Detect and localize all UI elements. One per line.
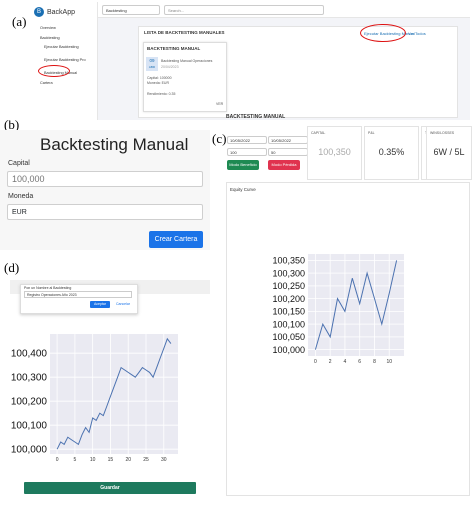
- x-tick-label: 0: [56, 457, 59, 463]
- equity-chart-d: 0 5 10 15 20 25 30 100,000 100,100 100,200 100,300…: [11, 334, 178, 463]
- sidebar-item-ejecutar-backtesting[interactable]: Ejecutar Backtesting: [44, 45, 79, 49]
- y-tick-label: 100,300: [272, 268, 305, 278]
- view-all-link[interactable]: Ver Todos: [408, 31, 426, 36]
- x-tick-label: 6: [358, 359, 361, 365]
- y-tick-label: 100,300: [11, 373, 48, 384]
- end-date-input[interactable]: 10/05/2022: [268, 136, 308, 144]
- capital-input[interactable]: [7, 171, 203, 187]
- x-tick-label: 2: [329, 359, 332, 365]
- y-tick-label: 100,200: [11, 397, 48, 408]
- sidebar-item-ejecutar-backtesting-pro[interactable]: Ejecutar Backtesting Pro: [44, 58, 86, 62]
- y-tick-label: 100,100: [11, 421, 48, 432]
- highlight-circle-link: [360, 24, 406, 42]
- search-input[interactable]: Search...: [164, 5, 324, 15]
- profit-amount-input[interactable]: 100: [227, 148, 267, 156]
- app-name: BackApp: [47, 8, 76, 16]
- item-view-link[interactable]: VER: [216, 102, 223, 106]
- y-tick-label: 100,400: [11, 349, 48, 360]
- y-tick-label: 100,200: [272, 294, 305, 304]
- panel-b-create-portfolio: Backtesting Manual Capital Moneda EUR Cr…: [0, 130, 210, 250]
- highlight-circle-sidebar: [38, 65, 70, 77]
- stat-card-capital: CAPITAL 100,350: [307, 126, 362, 180]
- stat-card-pnl: P&L 0.35%: [364, 126, 419, 180]
- equity-curve-title: Equity Curve: [230, 187, 256, 192]
- create-portfolio-button[interactable]: Crear Cartera: [149, 231, 203, 248]
- stat-card-wins-losses: WINS/LOSSES 6W / 5L: [426, 126, 472, 180]
- x-tick-label: 20: [125, 457, 131, 463]
- stat-key: P&L: [368, 131, 375, 135]
- save-button[interactable]: Guardar: [24, 482, 196, 494]
- x-tick-label: 8: [373, 359, 376, 365]
- date-badge: 09 ABR: [146, 57, 158, 71]
- form-title: Backtesting Manual: [40, 135, 189, 154]
- loss-amount-input[interactable]: 50: [268, 148, 308, 156]
- start-date-input[interactable]: 10/05/2022: [227, 136, 267, 144]
- list-title: LISTA DE BACKTESTING MANUALES: [144, 30, 225, 35]
- y-tick-label: 100,000: [272, 345, 305, 355]
- y-tick-label: 100,000: [11, 445, 48, 456]
- equity-chart-c: 0 2 4 6 8 10 100,000 100,050 100,100 100,150 100,2…: [272, 254, 404, 365]
- x-tick-label: 0: [314, 359, 317, 365]
- loss-mode-button[interactable]: Modo Pérdida: [268, 160, 300, 170]
- sidebar-item-backtesting[interactable]: Backtesting: [40, 36, 60, 40]
- y-tick-label: 100,100: [272, 319, 305, 329]
- x-tick-label: 5: [73, 457, 76, 463]
- x-tick-label: 10: [90, 457, 96, 463]
- item-card-title: BACKTESTING MANUAL: [147, 46, 201, 51]
- y-tick-label: 100,150: [272, 307, 305, 317]
- item-rendimiento: Rendimiento: 0.35: [147, 92, 176, 96]
- logo-icon: B: [34, 7, 44, 17]
- x-tick-label: 10: [386, 359, 392, 365]
- cancel-button[interactable]: Cancelar: [113, 301, 133, 308]
- stat-value: 6W / 5L: [433, 147, 465, 157]
- label-a: (a): [12, 14, 27, 29]
- page-title: BACKTESTING MANUAL: [226, 114, 286, 120]
- moneda-input[interactable]: EUR: [7, 204, 203, 220]
- x-tick-label: 4: [344, 359, 347, 365]
- modal-title: Pon un Nombre al Backtesting: [24, 286, 72, 290]
- y-tick-label: 100,350: [272, 256, 305, 266]
- backtest-name-input[interactable]: Registro Operaciones Año 2023: [24, 291, 132, 298]
- accept-button[interactable]: Aceptar: [90, 301, 110, 308]
- x-tick-label: 15: [108, 457, 114, 463]
- capital-label: Capital: [8, 160, 30, 167]
- item-name: Backtesting Manual Operaciones: [161, 59, 213, 63]
- x-tick-label: 30: [161, 457, 167, 463]
- section-select[interactable]: Backtesting: [102, 5, 160, 15]
- app-logo[interactable]: B BackApp: [34, 6, 94, 18]
- stat-key: WINS/LOSSES: [430, 131, 455, 135]
- y-tick-label: 100,250: [272, 281, 305, 291]
- item-date: 20/04/2023: [161, 65, 179, 69]
- moneda-label: Moneda: [8, 193, 34, 200]
- x-tick-label: 25: [143, 457, 149, 463]
- profit-mode-button[interactable]: Modo Beneficio: [227, 160, 259, 170]
- stat-key: CAPITAL: [311, 131, 326, 135]
- y-tick-label: 100,050: [272, 332, 305, 342]
- sidebar-item-cartera[interactable]: Cartera: [40, 81, 53, 85]
- item-capital: Capital: 100000: [147, 76, 172, 80]
- panel-a-app-window: B BackApp Overview Backtesting Ejecutar …: [30, 2, 470, 120]
- stat-value: 100,350: [318, 147, 351, 157]
- stat-value: 0.35%: [378, 147, 405, 157]
- sidebar-item-overview[interactable]: Overview: [40, 26, 56, 30]
- date-month: ABR: [148, 65, 156, 69]
- plot-area: [50, 334, 178, 454]
- item-moneda: Moneda: EUR: [147, 81, 169, 85]
